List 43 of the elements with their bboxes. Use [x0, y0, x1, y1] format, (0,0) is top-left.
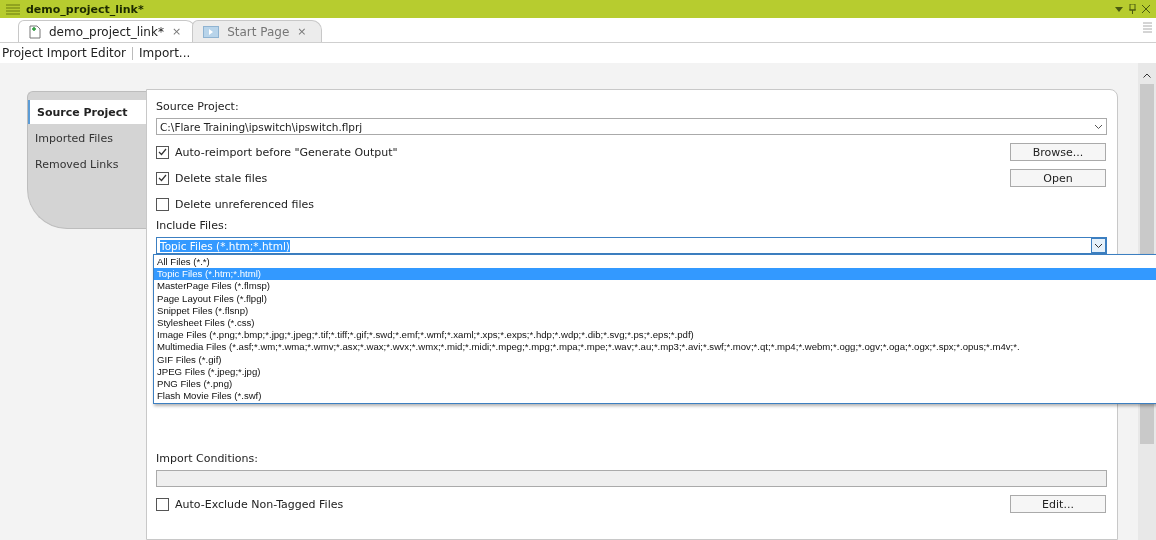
field-label: Source Project: [156, 98, 240, 114]
document-icon [29, 24, 41, 39]
import-conditions-field[interactable] [156, 470, 1107, 487]
checkbox-label: Delete unreferenced files [175, 197, 315, 211]
page-icon [203, 25, 220, 38]
checkbox-label: Delete stale files [175, 171, 268, 185]
action-button[interactable]: Edit... [1010, 495, 1106, 513]
dropdown-option[interactable]: Stylesheet Files (*.css) [154, 316, 1156, 330]
dropdown-option[interactable]: Image Files (*.png;*.bmp;*.jpg;*.jpeg;*.tif;*.tiff;*.gif;*.swd;*.emf;*.wmf;*.xaml;*.xps;*.exps;*.hdp;*.wdp;*.dib;*.svg;*.ps;*.eps;*.pdf) [154, 329, 1156, 342]
dropdown-option[interactable]: JPEG Files (*.jpeg;*.jpg) [154, 365, 1156, 378]
checkbox[interactable] [156, 497, 169, 511]
close-icon[interactable] [1142, 5, 1150, 13]
chevron-up-icon[interactable] [1143, 73, 1151, 78]
field-label: Import Conditions: [156, 450, 259, 466]
side-tab[interactable]: Imported Files [28, 126, 146, 150]
dropdown-icon[interactable] [1115, 6, 1123, 12]
document-tab[interactable]: Start Page × [192, 20, 322, 42]
checkbox[interactable] [156, 197, 169, 211]
checkbox[interactable] [156, 171, 169, 185]
dropdown-option[interactable]: Flash Movie Files (*.swf) [154, 390, 1156, 403]
close-icon[interactable]: × [171, 25, 182, 38]
dropdown-option[interactable]: All Files (*.*) [154, 256, 1156, 269]
pin-icon[interactable] [1129, 4, 1136, 14]
checkbox-label: Auto-reimport before "Generate Output" [175, 145, 398, 159]
editor-label: Project Import Editor [2, 46, 128, 60]
dropdown-option[interactable]: PNG Files (*.png) [154, 377, 1156, 391]
side-tab[interactable]: Source Project [28, 100, 147, 124]
window-title: demo_project_link* [26, 2, 144, 16]
action-button[interactable]: Browse... [1010, 143, 1106, 161]
dropdown-option[interactable]: Page Layout Files (*.flpgl) [154, 292, 1156, 305]
dropdown-option[interactable]: GIF Files (*.gif) [154, 353, 1156, 366]
chevron-down-icon[interactable] [1091, 238, 1106, 253]
close-icon[interactable]: × [297, 25, 307, 38]
dropdown-option[interactable]: MasterPage Files (*.flmsp) [154, 280, 1156, 293]
dropdown-option[interactable]: Multimedia Files (*.asf;*.wm;*.wma;*.wmv;*.asx;*.wax;*.wvx;*.wmx;*.mid;*.midi;*.mpeg;*.mpg;*.mpa;*.mpe;*.wav;*.au;*.mp3;*.avi;*.swf;*.mov;*.qt;*.mp4;*.webm;*.ogg;*.ogv;*.oga;*.ogx;*.spx;*.opus;*.m4v;*. [154, 341, 1156, 354]
checkbox-label: Auto-Exclude Non-Tagged Files [175, 497, 344, 511]
source-project-field[interactable]: C:\Flare Training\ipswitch\ipswitch.flprj [156, 118, 1107, 135]
checkbox[interactable] [156, 145, 169, 159]
import-menu[interactable]: Import... [139, 46, 197, 60]
action-button[interactable]: Open [1010, 169, 1106, 187]
field-label: Include Files: [156, 217, 229, 233]
dropdown-option[interactable]: Snippet Files (*.flsnp) [154, 304, 1156, 317]
side-tab[interactable]: Removed Links [28, 152, 146, 176]
